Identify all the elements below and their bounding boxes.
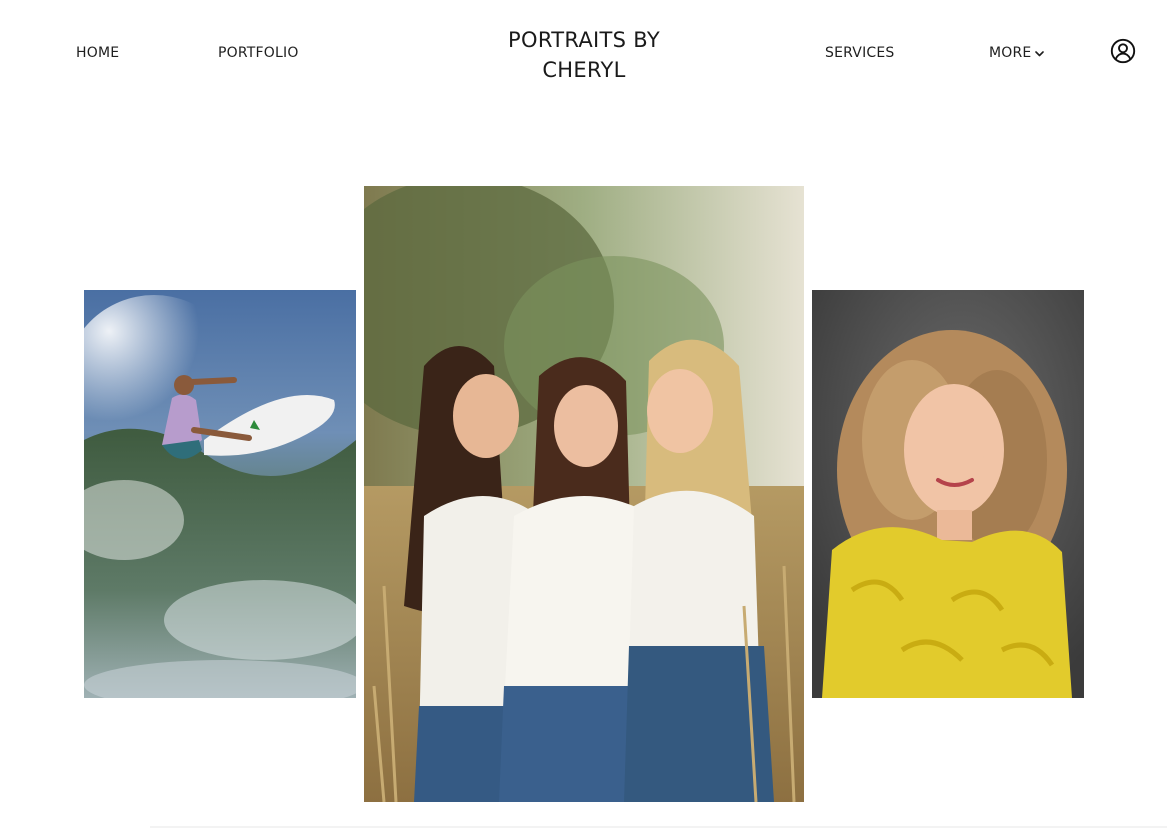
user-circle-icon[interactable]	[1110, 38, 1136, 64]
woman-yellow-top-photo[interactable]	[812, 290, 1084, 698]
nav-more-dropdown[interactable]: MORE	[989, 45, 1045, 62]
site-title-line-1: PORTRAITS BY	[508, 28, 660, 52]
nav-portfolio-link[interactable]: PORTFOLIO	[218, 45, 299, 62]
surfer-photo[interactable]	[84, 290, 356, 698]
three-women-photo[interactable]	[364, 186, 804, 802]
site-title[interactable]: PORTRAITS BY CHERYL	[484, 25, 684, 85]
site-title-line-2: CHERYL	[542, 58, 626, 82]
chevron-down-icon	[1035, 50, 1045, 56]
nav-more-label: MORE	[989, 45, 1032, 61]
nav-services-link[interactable]: SERVICES	[825, 45, 895, 62]
nav-home-link[interactable]: HOME	[76, 45, 119, 62]
page: HOME PORTFOLIO PORTRAITS BY CHERYL SERVI…	[0, 0, 1167, 828]
